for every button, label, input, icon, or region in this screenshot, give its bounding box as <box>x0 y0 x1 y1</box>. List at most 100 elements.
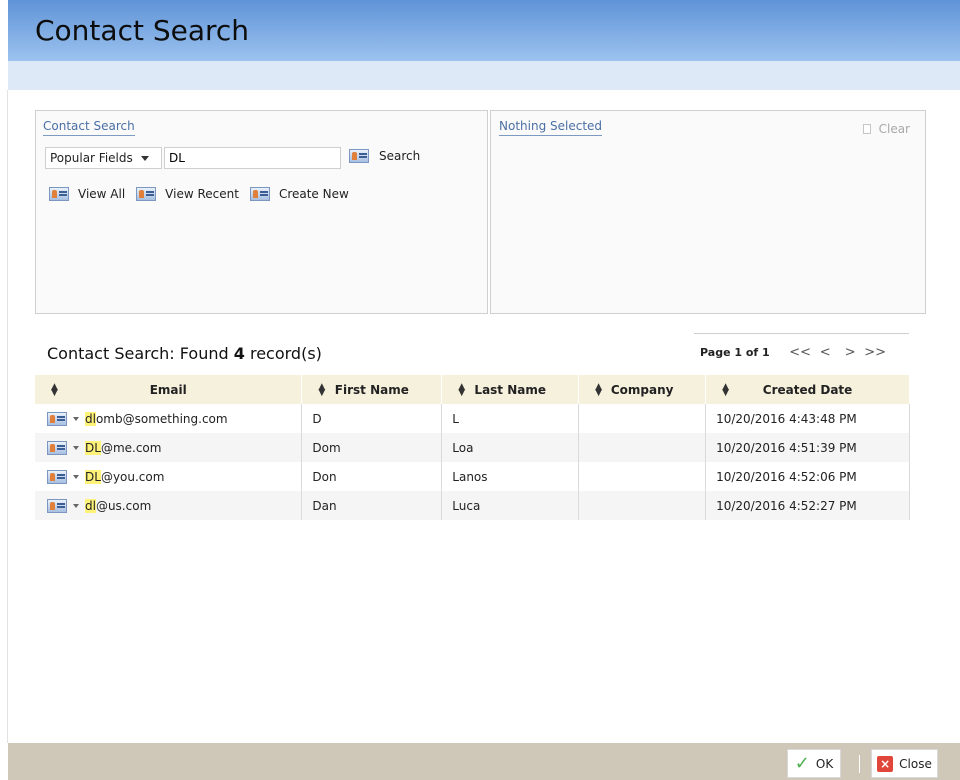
first-page-button[interactable]: << <box>788 345 813 360</box>
close-label: Close <box>899 756 932 771</box>
contact-card-icon[interactable] <box>47 469 67 484</box>
search-input[interactable] <box>164 147 341 169</box>
table-row[interactable]: DL@you.com Don Lanos 10/20/2016 4:52:06 … <box>35 462 910 491</box>
column-header-label: Created Date <box>762 382 853 397</box>
chevron-down-icon[interactable] <box>73 445 79 450</box>
company-cell <box>578 404 707 433</box>
selection-panel-title: Nothing Selected <box>499 119 603 136</box>
first-name-cell: D <box>301 404 443 433</box>
search-button[interactable]: Search <box>349 149 420 163</box>
company-cell <box>578 433 707 462</box>
prev-page-button[interactable]: < <box>813 345 838 360</box>
view-recent-label: View Recent <box>165 187 239 201</box>
email-match: dl <box>85 498 96 513</box>
footer-separator <box>859 755 860 773</box>
contact-card-icon <box>349 149 369 163</box>
chevron-down-icon[interactable] <box>73 474 79 479</box>
email-cell: DL@you.com <box>35 462 303 491</box>
page-title: Contact Search <box>35 14 250 47</box>
email-match: DL <box>85 469 101 484</box>
field-select-value: Popular Fields <box>50 151 133 165</box>
left-edge <box>0 0 7 780</box>
column-header-label: Email <box>149 382 187 397</box>
title-bar: Contact Search <box>8 0 960 61</box>
next-page-button[interactable]: > <box>838 345 863 360</box>
pager: Page 1 of 1 << < > >> <box>694 333 909 371</box>
table-header-row: ▲ ▼ Email ▲ ▼ First Name ▲ ▼ Last Name ▲ ▼ Compa… <box>35 375 910 404</box>
email-cell: dlomb@something.com <box>35 404 303 433</box>
email-match: dl <box>85 411 96 426</box>
clear-label: Clear <box>878 122 910 136</box>
sort-icon: ▲ ▼ <box>51 382 58 398</box>
page-indicator: Page 1 of 1 <box>700 346 770 359</box>
sub-toolbar <box>8 61 960 90</box>
results-count: 4 <box>233 344 245 363</box>
table-row[interactable]: dlomb@something.com D L 10/20/2016 4:43:… <box>35 404 910 433</box>
chevron-down-icon[interactable] <box>73 416 79 421</box>
table-row[interactable]: dl@us.com Dan Luca 10/20/2016 4:52:27 PM <box>35 491 910 520</box>
column-header-label: Company <box>610 382 674 397</box>
chevron-down-icon[interactable] <box>73 503 79 508</box>
first-name-cell: Don <box>301 462 443 491</box>
column-header-last-name[interactable]: ▲ ▼ Last Name <box>441 375 580 404</box>
column-header-label: Last Name <box>474 382 547 397</box>
email-rest: omb@something.com <box>95 411 228 426</box>
contact-card-icon[interactable] <box>47 411 67 426</box>
email-value[interactable]: dl@us.com <box>85 498 152 513</box>
last-name-cell: Luca <box>441 491 580 520</box>
email-rest: @us.com <box>95 498 152 513</box>
sort-icon: ▲ ▼ <box>318 382 326 398</box>
field-select[interactable]: Popular Fields <box>45 147 162 169</box>
ok-button[interactable]: ✓ OK <box>787 749 841 778</box>
search-panel-title[interactable]: Contact Search <box>43 119 135 136</box>
selection-panel: Nothing Selected Clear <box>490 110 926 314</box>
column-header-company[interactable]: ▲ ▼ Company <box>578 375 707 404</box>
results-title-prefix: Contact Search: Found <box>47 344 234 363</box>
email-cell: dl@us.com <box>35 491 303 520</box>
contact-card-icon[interactable] <box>47 498 67 513</box>
close-button[interactable]: × Close <box>871 749 938 778</box>
view-all-button[interactable]: View All <box>49 187 125 201</box>
email-value[interactable]: DL@you.com <box>85 469 165 484</box>
created-date-cell: 10/20/2016 4:52:06 PM <box>705 462 910 491</box>
document-icon <box>862 124 871 134</box>
results-title: Contact Search: Found 4 record(s) <box>47 344 322 363</box>
created-date-cell: 10/20/2016 4:51:39 PM <box>705 433 910 462</box>
view-recent-button[interactable]: View Recent <box>136 187 239 201</box>
contact-card-icon <box>49 187 69 201</box>
email-match: DL <box>85 440 101 455</box>
column-header-label: First Name <box>334 382 409 397</box>
first-name-cell: Dan <box>301 491 443 520</box>
last-name-cell: Lanos <box>441 462 580 491</box>
checkmark-icon: ✓ <box>794 753 810 774</box>
company-cell <box>578 462 707 491</box>
last-page-button[interactable]: >> <box>863 345 888 360</box>
clear-button[interactable]: Clear <box>862 122 910 136</box>
column-header-created-date[interactable]: ▲ ▼ Created Date <box>705 375 910 404</box>
table-row[interactable]: DL@me.com Dom Loa 10/20/2016 4:51:39 PM <box>35 433 910 462</box>
contact-card-icon <box>136 187 157 201</box>
email-value[interactable]: DL@me.com <box>85 440 162 455</box>
email-rest: @me.com <box>100 440 162 455</box>
email-rest: @you.com <box>100 469 165 484</box>
view-all-label: View All <box>78 187 126 201</box>
contact-card-icon[interactable] <box>47 440 67 455</box>
company-cell <box>578 491 707 520</box>
search-button-label: Search <box>379 149 421 163</box>
first-name-cell: Dom <box>301 433 443 462</box>
sort-icon: ▲ ▼ <box>595 382 603 398</box>
create-new-label: Create New <box>278 187 349 201</box>
create-new-button[interactable]: Create New <box>249 187 349 201</box>
sort-icon: ▲ ▼ <box>458 382 466 398</box>
results-table: ▲ ▼ Email ▲ ▼ First Name ▲ ▼ Last Name ▲ ▼ Compa… <box>35 375 910 520</box>
sort-icon: ▲ ▼ <box>722 382 730 398</box>
search-panel: Contact Search Popular Fields Search Vie… <box>35 110 488 314</box>
column-header-first-name[interactable]: ▲ ▼ First Name <box>301 375 443 404</box>
contact-card-icon <box>249 187 270 201</box>
close-icon: × <box>877 755 894 772</box>
email-value[interactable]: dlomb@something.com <box>85 411 228 426</box>
column-header-email[interactable]: ▲ ▼ Email <box>35 375 303 404</box>
created-date-cell: 10/20/2016 4:52:27 PM <box>705 491 910 520</box>
last-name-cell: L <box>441 404 580 433</box>
email-cell: DL@me.com <box>35 433 303 462</box>
